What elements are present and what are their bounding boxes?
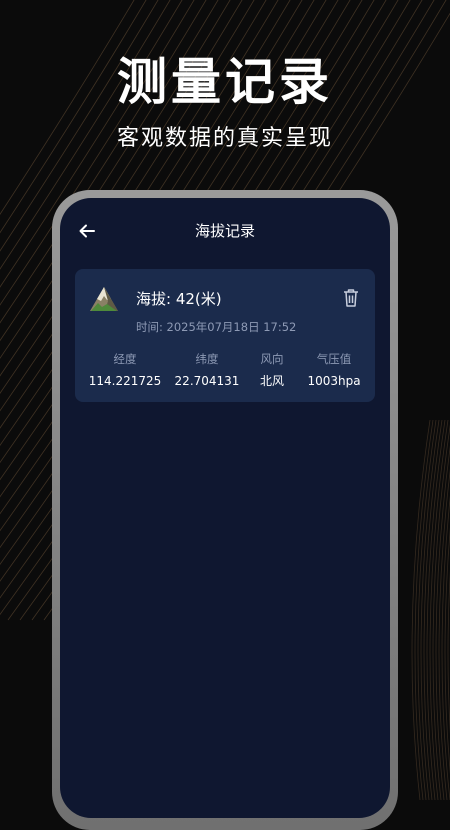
app-header: 海拔记录 [60,198,390,262]
delete-button[interactable] [341,287,361,309]
stat-value: 1003hpa [307,374,361,388]
altitude-value: 海拔: 42(米) [136,290,222,308]
stat-latitude: 纬度 22.704131 [167,351,247,389]
stat-pressure: 气压值 1003hpa [299,351,369,389]
page-title: 海拔记录 [194,222,255,240]
stat-label: 气压值 [316,352,352,366]
promo-title: 测量记录 [117,53,333,111]
phone-screen: 海拔记录 海拔: 42(米) 时间: 2025年07月18日 17:52 经度 … [60,198,390,818]
promo-subtitle: 客观数据的真实呈现 [116,126,333,151]
record-time: 时间: 2025年07月18日 17:52 [136,320,297,334]
stat-value: 22.704131 [174,374,240,388]
stat-label: 经度 [113,352,137,366]
mountain-icon [90,287,118,311]
stat-value: 114.221725 [88,374,162,388]
record-card: 海拔: 42(米) 时间: 2025年07月18日 17:52 经度 114.2… [75,269,375,402]
stat-value: 北风 [259,374,284,388]
stat-label: 纬度 [195,352,219,366]
trash-icon [344,289,358,307]
stat-wind-direction: 风向 北风 [247,351,297,389]
stat-longitude: 经度 114.221725 [85,351,165,389]
stat-label: 风向 [260,352,284,366]
